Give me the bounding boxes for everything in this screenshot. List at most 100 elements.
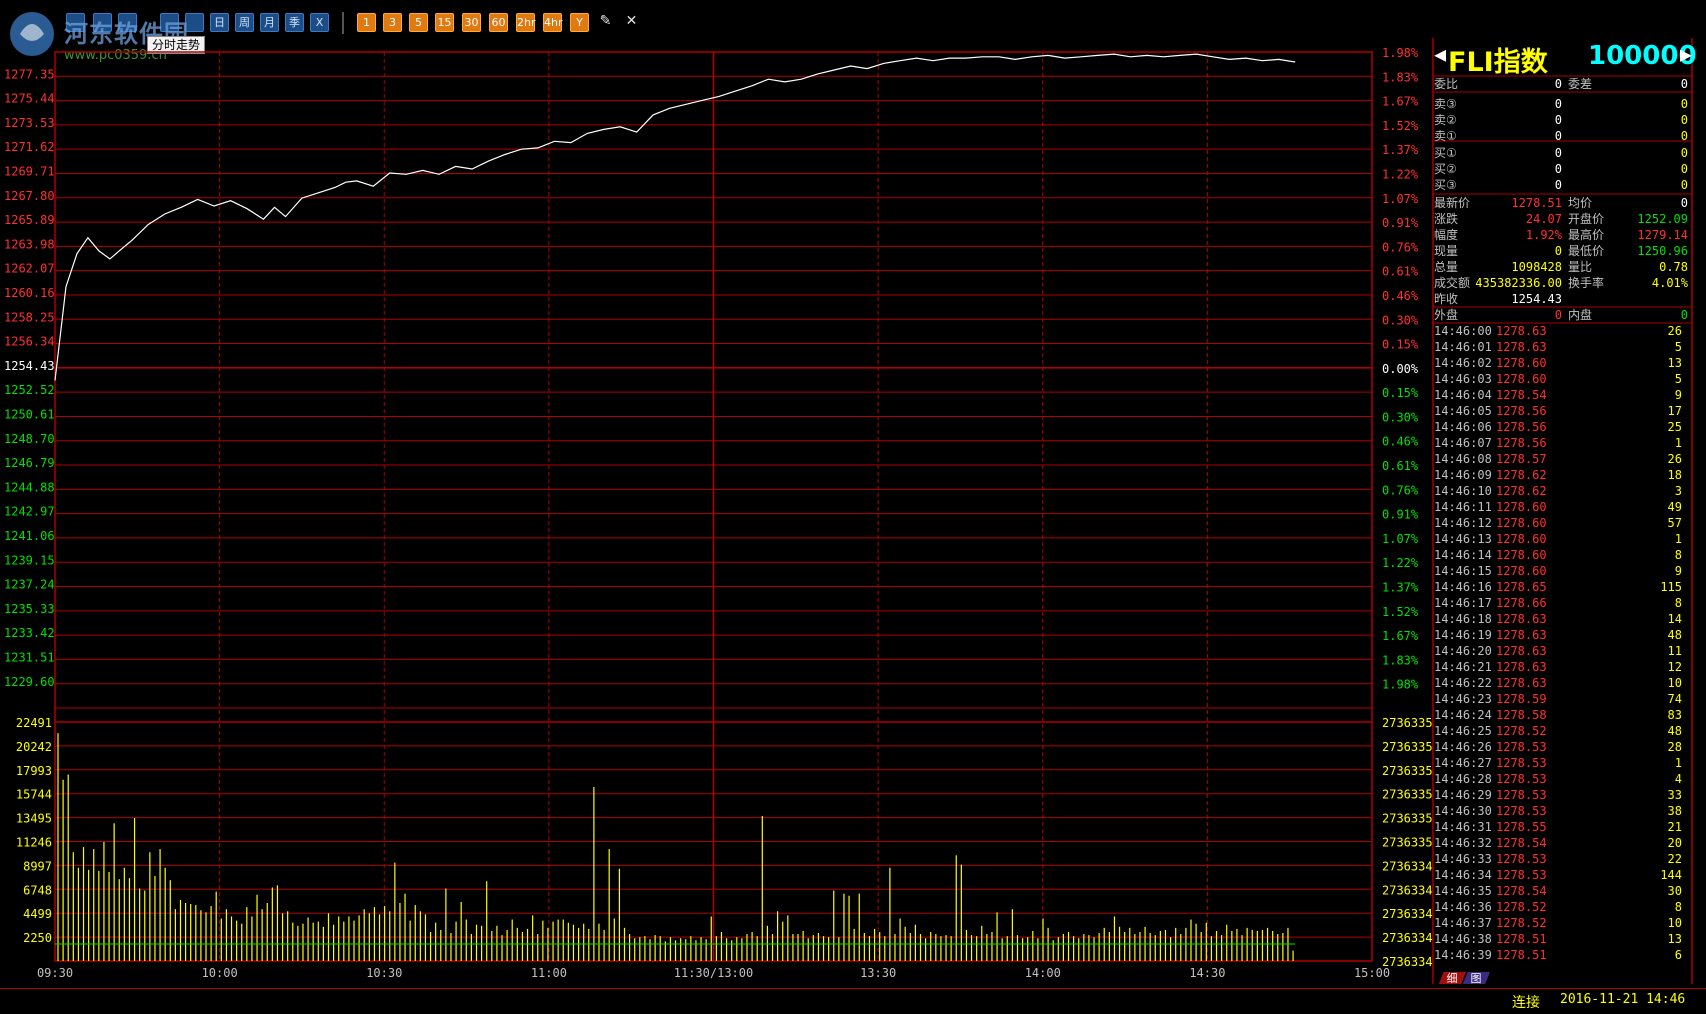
tick-row: 14:46:27 1278.53 1 bbox=[1434, 755, 1690, 771]
price-tick-label: 1252.52 bbox=[4, 383, 55, 397]
price-tick-label: 1273.53 bbox=[4, 116, 55, 130]
percent-tick-label: 1.07% bbox=[1382, 192, 1419, 206]
percent-tick-label: 0.00% bbox=[1382, 362, 1419, 376]
price-tick-label: 1277.35 bbox=[4, 67, 55, 81]
price-tick-label: 1260.16 bbox=[4, 286, 55, 300]
bid-row: 买② 0 0 bbox=[1434, 161, 1690, 177]
tick-time: 14:46:35 bbox=[1434, 884, 1492, 898]
volume-tick-label: 13495 bbox=[16, 812, 52, 826]
stat-row: 成交额 435382336.00 换手率 4.01% bbox=[1434, 275, 1690, 291]
tick-volume: 25 bbox=[1667, 420, 1682, 434]
tick-price: 1278.53 bbox=[1496, 868, 1547, 882]
tick-volume: 21 bbox=[1667, 820, 1682, 834]
time-tick-label: 09:30 bbox=[37, 966, 73, 980]
tick-price: 1278.52 bbox=[1496, 900, 1547, 914]
stat-label: 幅度 bbox=[1434, 228, 1459, 242]
stat-value: 1252.09 bbox=[1637, 212, 1688, 226]
price-tick-label: 1237.24 bbox=[4, 578, 55, 592]
connection-status: 连接 bbox=[1512, 995, 1540, 1011]
tick-volume: 33 bbox=[1667, 788, 1682, 802]
tick-volume: 5 bbox=[1674, 372, 1682, 386]
percent-tick-label: 1.98% bbox=[1382, 678, 1419, 692]
price-tick-label: 1250.61 bbox=[4, 408, 55, 422]
tick-row: 14:46:20 1278.63 11 bbox=[1434, 643, 1690, 659]
quote-name: FLI指数 bbox=[1448, 47, 1548, 78]
percent-tick-label: 1.37% bbox=[1382, 581, 1419, 595]
tick-row: 14:46:07 1278.56 1 bbox=[1434, 435, 1690, 451]
tick-row: 14:46:10 1278.62 3 bbox=[1434, 483, 1690, 499]
volume-tick-label: 20242 bbox=[16, 740, 52, 754]
tick-row: 14:46:24 1278.58 83 bbox=[1434, 707, 1690, 723]
volume-tick-label: 11246 bbox=[16, 836, 52, 850]
tick-row: 14:46:09 1278.62 18 bbox=[1434, 467, 1690, 483]
percent-tick-label: 0.15% bbox=[1382, 338, 1419, 352]
tick-volume: 9 bbox=[1674, 388, 1682, 402]
tick-volume: 26 bbox=[1667, 324, 1682, 338]
tick-price: 1278.55 bbox=[1496, 820, 1547, 834]
tick-volume: 1 bbox=[1674, 756, 1682, 770]
tick-volume: 1 bbox=[1674, 532, 1682, 546]
status-bar: 连接 2016-11-21 14:46 bbox=[0, 984, 1706, 1014]
tick-time: 14:46:25 bbox=[1434, 724, 1492, 738]
tick-price: 1278.51 bbox=[1496, 932, 1547, 946]
bid-volume: 0 bbox=[1680, 146, 1688, 160]
stat-row: 总量 1098428 量比 0.78 bbox=[1434, 259, 1690, 275]
tick-volume: 57 bbox=[1667, 516, 1682, 530]
tick-price: 1278.63 bbox=[1496, 676, 1547, 690]
ask-row: 卖① 0 0 bbox=[1434, 128, 1690, 144]
tick-price: 1278.60 bbox=[1496, 532, 1547, 546]
tick-time: 14:46:24 bbox=[1434, 708, 1492, 722]
tick-volume: 10 bbox=[1667, 676, 1682, 690]
percent-tick-label: 1.83% bbox=[1382, 70, 1419, 84]
tick-volume: 13 bbox=[1667, 356, 1682, 370]
tick-time: 14:46:22 bbox=[1434, 676, 1492, 690]
tick-volume: 3 bbox=[1674, 484, 1682, 498]
stat-label: 最新价 bbox=[1434, 196, 1471, 210]
price-tick-label: 1254.43 bbox=[4, 359, 55, 373]
price-tick-label: 1235.33 bbox=[4, 602, 55, 616]
price-tick-label: 1239.15 bbox=[4, 553, 55, 567]
order-ratio-label: 委比 bbox=[1434, 77, 1459, 91]
next-symbol-arrow[interactable]: ▶ bbox=[1680, 42, 1692, 66]
tick-time: 14:46:09 bbox=[1434, 468, 1492, 482]
tick-row: 14:46:29 1278.53 33 bbox=[1434, 787, 1690, 803]
tick-price: 1278.63 bbox=[1496, 324, 1547, 338]
percent-tick-label: 0.91% bbox=[1382, 216, 1419, 230]
tick-time: 14:46:16 bbox=[1434, 580, 1492, 594]
ask-volume: 0 bbox=[1680, 129, 1688, 143]
tick-time: 14:46:34 bbox=[1434, 868, 1492, 882]
volume-right-tick-label: 27363354 bbox=[1382, 740, 1432, 754]
stat-label: 均价 bbox=[1568, 196, 1593, 210]
price-tick-label: 1248.70 bbox=[4, 432, 55, 446]
tick-volume: 74 bbox=[1667, 692, 1682, 706]
percent-tick-label: 0.76% bbox=[1382, 483, 1419, 497]
tick-row: 14:46:12 1278.60 57 bbox=[1434, 515, 1690, 531]
price-tick-label: 1271.62 bbox=[4, 140, 55, 154]
percent-tick-label: 1.67% bbox=[1382, 629, 1419, 643]
stat-row: 现量 0 最低价 1250.96 bbox=[1434, 243, 1690, 259]
tick-row: 14:46:21 1278.63 12 bbox=[1434, 659, 1690, 675]
volume-right-tick-label: 27363347 bbox=[1382, 907, 1432, 921]
tick-time: 14:46:17 bbox=[1434, 596, 1492, 610]
tick-price: 1278.53 bbox=[1496, 756, 1547, 770]
tick-price: 1278.51 bbox=[1496, 948, 1547, 962]
tick-time: 14:46:30 bbox=[1434, 804, 1492, 818]
tick-volume: 30 bbox=[1667, 884, 1682, 898]
tick-price: 1278.54 bbox=[1496, 884, 1547, 898]
stat-value: 24.07 bbox=[1525, 212, 1562, 226]
tick-row: 14:46:05 1278.56 17 bbox=[1434, 403, 1690, 419]
tick-price: 1278.53 bbox=[1496, 740, 1547, 754]
tick-price: 1278.53 bbox=[1496, 772, 1547, 786]
stat-label: 成交额 bbox=[1434, 276, 1471, 290]
bid-volume: 0 bbox=[1680, 178, 1688, 192]
tick-time: 14:46:06 bbox=[1434, 420, 1492, 434]
tick-volume: 4 bbox=[1674, 772, 1682, 786]
price-tick-label: 1267.80 bbox=[4, 189, 55, 203]
prev-symbol-arrow[interactable]: ◀ bbox=[1434, 42, 1446, 66]
tick-price: 1278.60 bbox=[1496, 564, 1547, 578]
stat-label: 现量 bbox=[1434, 244, 1459, 258]
stat-value: 1250.96 bbox=[1637, 244, 1688, 258]
percent-tick-label: 0.30% bbox=[1382, 410, 1419, 424]
intraday-chart[interactable]: 1277.35 1275.44 1273.53 1271.62 1269.71 1267.… bbox=[0, 0, 1432, 990]
ask-row: 卖② 0 0 bbox=[1434, 112, 1690, 128]
